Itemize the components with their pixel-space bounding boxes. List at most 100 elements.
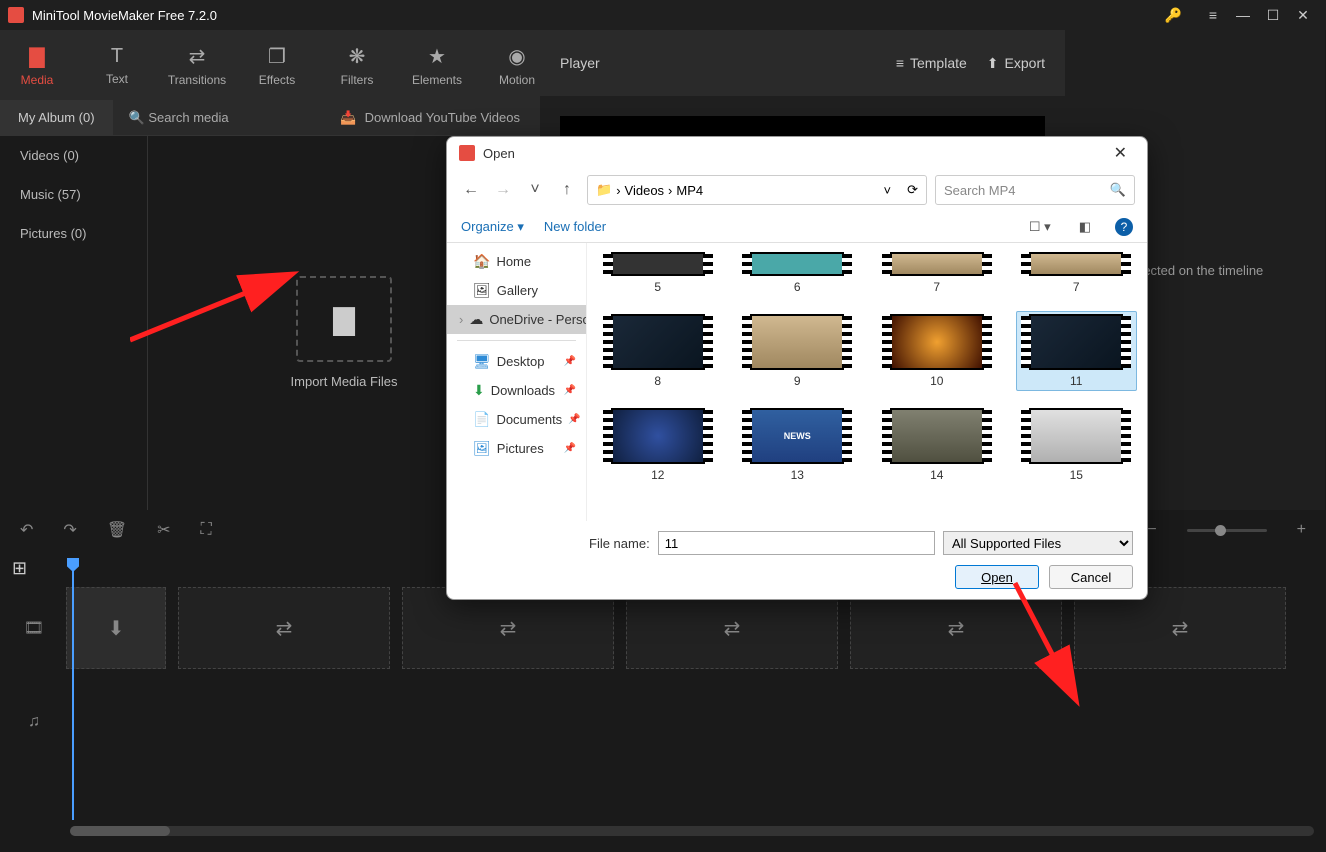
zoom-slider[interactable] <box>1187 529 1267 532</box>
horizontal-scrollbar[interactable] <box>70 826 1314 836</box>
refresh-icon[interactable]: ⟳ <box>907 182 918 198</box>
import-label: Import Media Files <box>291 374 398 389</box>
template-button[interactable]: ≡Template <box>896 55 967 71</box>
swap-icon: ⇄ <box>724 616 741 641</box>
nav-gallery[interactable]: 🖼Gallery <box>447 276 586 305</box>
back-button[interactable]: ← <box>459 178 483 202</box>
download-icon: ⬇ <box>108 616 125 641</box>
maximize-button[interactable]: ☐ <box>1258 0 1288 30</box>
file-item[interactable]: 8 <box>597 311 719 391</box>
main-toolbar: ▇Media TText ⇄Transitions ❐Effects ❋Filt… <box>0 30 540 100</box>
nav-onedrive[interactable]: ›☁OneDrive - Perso <box>447 305 586 334</box>
dialog-sidebar: 🏠Home 🖼Gallery ›☁OneDrive - Perso 🖥Deskt… <box>447 243 587 521</box>
my-album-tab[interactable]: My Album (0) <box>0 100 113 135</box>
file-item[interactable]: 6 <box>737 249 859 297</box>
crop-button[interactable]: ⛶ <box>201 521 212 539</box>
preview-pane-button[interactable]: ◧ <box>1075 219 1095 235</box>
sidebar-videos[interactable]: Videos (0) <box>0 136 147 175</box>
file-item[interactable]: 9 <box>737 311 859 391</box>
motion-icon: ◉ <box>508 44 525 69</box>
import-media-box[interactable]: ▇ <box>296 276 392 362</box>
dialog-title: Open <box>483 146 515 161</box>
app-title: MiniTool MovieMaker Free 7.2.0 <box>32 8 217 23</box>
transition-icon: ⇄ <box>189 44 206 69</box>
search-media[interactable]: 🔍 Search media <box>113 110 273 126</box>
file-item[interactable]: 15 <box>1016 405 1138 485</box>
open-button[interactable]: Open <box>955 565 1039 589</box>
title-bar: MiniTool MovieMaker Free 7.2.0 🔑 ≡ — ☐ ✕ <box>0 0 1326 30</box>
file-item[interactable]: 12 <box>597 405 719 485</box>
clip-slot[interactable]: ⬇ <box>66 587 166 669</box>
swap-icon: ⇄ <box>948 616 965 641</box>
undo-button[interactable]: ↶ <box>20 520 33 540</box>
forward-button[interactable]: → <box>491 178 515 202</box>
file-item[interactable]: 7 <box>1016 249 1138 297</box>
folder-icon: ▇ <box>29 44 44 69</box>
nav-downloads[interactable]: ⬇Downloads📌 <box>447 376 586 405</box>
template-icon: ≡ <box>896 55 904 71</box>
filetype-select[interactable]: All Supported Files <box>943 531 1133 555</box>
help-icon[interactable]: ? <box>1115 218 1133 236</box>
swap-icon: ⇄ <box>1172 616 1189 641</box>
download-icon: 📥 <box>340 110 356 126</box>
effects-icon: ❐ <box>268 44 286 69</box>
swap-icon: ⇄ <box>276 616 293 641</box>
tab-filters[interactable]: ❋Filters <box>332 44 382 87</box>
nav-desktop[interactable]: 🖥Desktop📌 <box>447 347 586 376</box>
up-button[interactable]: ↑ <box>555 178 579 202</box>
open-file-dialog: Open ✕ ← → ˅ ↑ 📁 ›Videos ›MP4 ˅⟳ Search … <box>446 136 1148 600</box>
file-grid: 5 6 7 7 8 9 10 11 12 NEWS13 14 15 <box>587 243 1147 521</box>
audio-track-icon: ♫ <box>12 713 56 731</box>
minimize-button[interactable]: — <box>1228 0 1258 30</box>
nav-pictures[interactable]: 🖼Pictures📌 <box>447 434 586 463</box>
zoom-in-button[interactable]: + <box>1297 521 1306 539</box>
delete-button[interactable]: 🗑 <box>107 520 127 540</box>
swap-icon: ⇄ <box>500 616 517 641</box>
folder-icon: 📁 <box>596 182 612 198</box>
audio-track: ♫ <box>12 681 1314 763</box>
cut-button[interactable]: ✂ <box>157 520 170 540</box>
file-item[interactable]: NEWS13 <box>737 405 859 485</box>
sidebar-pictures[interactable]: Pictures (0) <box>0 214 147 253</box>
tab-text[interactable]: TText <box>92 45 142 86</box>
elements-icon: ★ <box>428 44 446 69</box>
app-logo <box>8 7 24 23</box>
zoom-out-button[interactable]: − <box>1147 521 1156 539</box>
dialog-close-button[interactable]: ✕ <box>1106 139 1135 167</box>
tab-elements[interactable]: ★Elements <box>412 44 462 87</box>
search-icon: 🔍 <box>1110 182 1126 198</box>
new-folder-button[interactable]: New folder <box>544 219 606 234</box>
key-icon[interactable]: 🔑 <box>1165 7 1182 24</box>
export-button[interactable]: ⬆Export <box>987 55 1045 72</box>
sidebar-music[interactable]: Music (57) <box>0 175 147 214</box>
sub-bar: My Album (0) 🔍 Search media 📥Download Yo… <box>0 100 540 136</box>
search-input[interactable]: Search MP4 🔍 <box>935 175 1135 205</box>
close-button[interactable]: ✕ <box>1288 0 1318 30</box>
chevron-down-icon[interactable]: ˅ <box>523 178 547 202</box>
hamburger-icon[interactable]: ≡ <box>1198 0 1228 30</box>
file-item[interactable]: 7 <box>876 249 998 297</box>
tab-motion[interactable]: ◉Motion <box>492 44 542 87</box>
file-item-selected[interactable]: 11 <box>1016 311 1138 391</box>
nav-documents[interactable]: 📄Documents📌 <box>447 405 586 434</box>
clip-slot[interactable]: ⇄ <box>178 587 390 669</box>
organize-menu[interactable]: Organize ▾ <box>461 219 524 235</box>
nav-home[interactable]: 🏠Home <box>447 247 586 276</box>
file-item[interactable]: 5 <box>597 249 719 297</box>
download-youtube[interactable]: 📥Download YouTube Videos <box>340 110 540 126</box>
media-sidebar: Videos (0) Music (57) Pictures (0) <box>0 136 148 510</box>
folder-icon: ▇ <box>333 303 355 336</box>
file-item[interactable]: 10 <box>876 311 998 391</box>
breadcrumb[interactable]: 📁 ›Videos ›MP4 ˅⟳ <box>587 175 927 205</box>
view-mode-button[interactable]: ☐ ▾ <box>1025 219 1055 235</box>
tab-transitions[interactable]: ⇄Transitions <box>172 44 222 87</box>
tab-media[interactable]: ▇Media <box>12 44 62 87</box>
cancel-button[interactable]: Cancel <box>1049 565 1133 589</box>
filename-input[interactable] <box>658 531 935 555</box>
file-item[interactable]: 14 <box>876 405 998 485</box>
playhead[interactable] <box>72 558 74 820</box>
redo-button[interactable]: ↷ <box>63 520 76 540</box>
video-track-icon: 🎞 <box>12 618 56 638</box>
tab-effects[interactable]: ❐Effects <box>252 44 302 87</box>
text-icon: T <box>111 45 123 68</box>
